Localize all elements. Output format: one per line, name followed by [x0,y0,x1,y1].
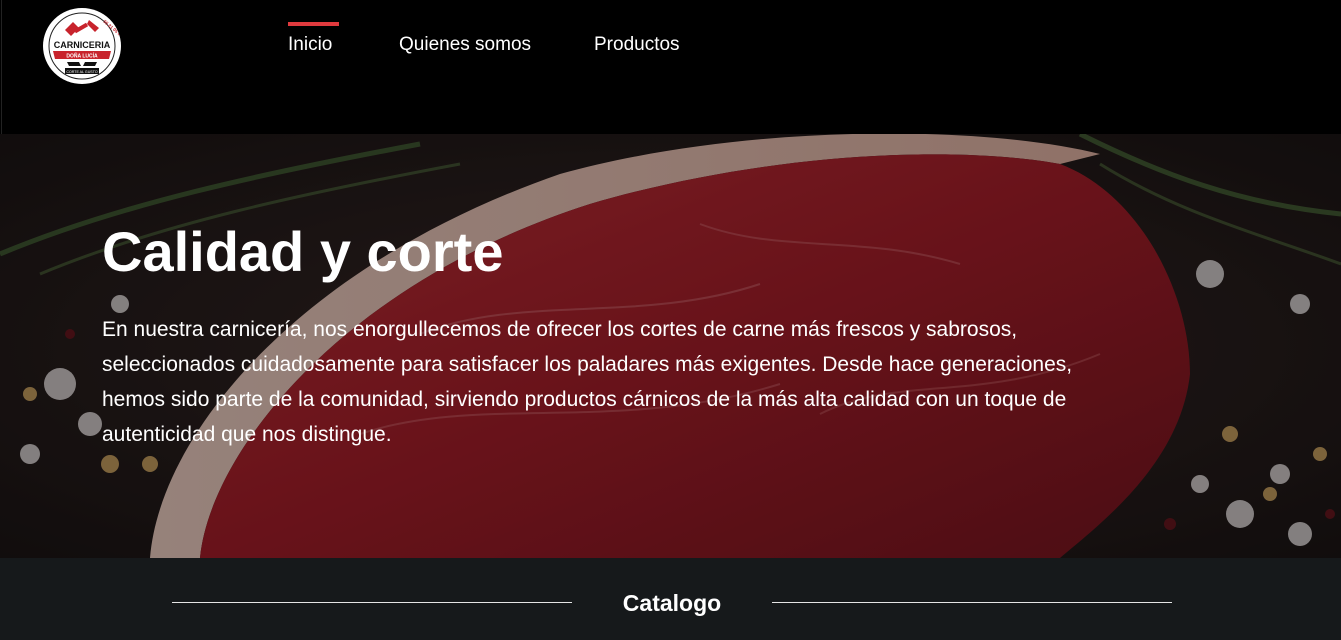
header-edge [1,0,2,134]
catalog-title: Catalogo [622,590,722,616]
hero-description: En nuestra carnicería, nos enorgullecemo… [102,318,1073,446]
brand-logo[interactable]: CARNICERIA DOÑA LUCÍA CORTE AL GUSTO 55 … [43,8,121,84]
catalog-section: Catalogo [0,558,1341,640]
nav-item-label: Productos [594,34,680,55]
nav-item-label: Inicio [288,34,333,55]
nav-item-inicio[interactable]: Inicio [288,0,399,80]
main-nav: Inicio Quienes somos Productos [288,0,714,80]
active-indicator [288,22,339,26]
catalog-divider-left [172,602,572,603]
butcher-logo-icon: CARNICERIA DOÑA LUCÍA CORTE AL GUSTO 55 … [45,9,121,83]
hero-title: Calidad y corte [102,220,504,283]
nav-item-quienes-somos[interactable]: Quienes somos [399,0,594,80]
hero-section: Calidad y corte En nuestra carnicería, n… [0,134,1341,558]
nav-item-label: Quienes somos [399,34,532,55]
logo-ribbon: DOÑA LUCÍA [66,52,98,60]
nav-item-productos[interactable]: Productos [594,0,714,80]
catalog-divider-right [772,602,1172,603]
logo-tagline: CORTE AL GUSTO [66,70,97,74]
site-header: CARNICERIA DOÑA LUCÍA CORTE AL GUSTO 55 … [0,0,1341,134]
logo-brand: CARNICERIA [54,40,111,50]
